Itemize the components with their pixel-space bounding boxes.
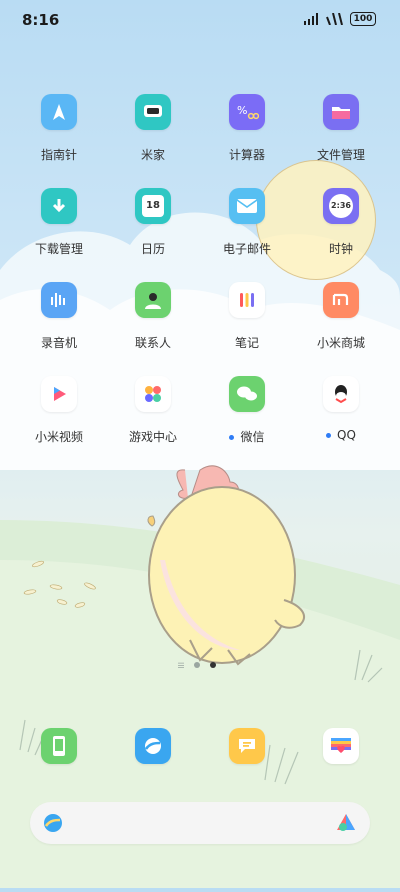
notification-dot [229, 435, 235, 440]
messages-icon[interactable] [229, 728, 265, 764]
app-label: 游戏中心 [128, 430, 177, 444]
qq-icon [323, 376, 359, 412]
mi-store-icon [323, 282, 359, 318]
app-label: 电子邮件 [222, 242, 271, 256]
app-clock[interactable]: 2:36 时钟 [295, 188, 387, 257]
menu-lines-icon [178, 662, 184, 668]
notification-dot [326, 433, 332, 438]
app-label-text: QQ [337, 428, 356, 442]
recorder-icon [41, 282, 77, 318]
status-bar: 8:16 100 [0, 0, 400, 40]
app-wechat[interactable]: 微信 [201, 376, 293, 445]
app-game-center[interactable]: 游戏中心 [107, 376, 199, 445]
app-file-manager[interactable]: 文件管理 [295, 94, 387, 163]
app-label: 文件管理 [316, 148, 365, 162]
app-label: 时钟 [328, 242, 353, 256]
wifi-icon [326, 13, 343, 25]
video-icon [41, 376, 77, 412]
app-contacts[interactable]: 联系人 [107, 282, 199, 351]
calculator-icon: % [229, 94, 265, 130]
battery-indicator: 100 [350, 12, 376, 26]
app-label-text: 微信 [240, 430, 265, 444]
phone-icon[interactable] [41, 728, 77, 764]
app-label: 录音机 [40, 336, 77, 350]
app-label: 计算器 [228, 148, 265, 162]
calendar-icon: 18 [135, 188, 171, 224]
browser-search-icon [44, 814, 62, 832]
wechat-icon [229, 376, 265, 412]
status-time: 8:16 [22, 11, 60, 29]
svg-text:%: % [237, 104, 247, 117]
app-label: 微信 [201, 428, 293, 445]
page-dot-2[interactable] [210, 662, 216, 668]
app-calculator[interactable]: % 计算器 [201, 94, 293, 163]
clock-icon: 2:36 [323, 188, 359, 224]
folder-icon [323, 94, 359, 130]
app-email[interactable]: 电子邮件 [201, 188, 293, 257]
app-label: 笔记 [234, 336, 259, 350]
app-recorder[interactable]: 录音机 [13, 282, 105, 351]
app-label: 下载管理 [34, 242, 83, 256]
download-icon [41, 188, 77, 224]
app-compass[interactable]: 指南针 [13, 94, 105, 163]
search-bar[interactable] [30, 802, 370, 844]
app-label: 米家 [140, 148, 165, 162]
notes-icon [229, 282, 265, 318]
app-label: 小米商城 [316, 336, 365, 350]
app-mi-store[interactable]: 小米商城 [295, 282, 387, 351]
gallery-icon[interactable] [323, 728, 359, 764]
status-icons: 100 [304, 12, 376, 26]
page-indicator [178, 662, 216, 668]
app-downloads[interactable]: 下载管理 [13, 188, 105, 257]
app-label: 指南针 [40, 148, 77, 162]
app-qq[interactable]: QQ [295, 376, 387, 442]
app-label: 小米视频 [34, 430, 83, 444]
page-dot-1[interactable] [194, 662, 200, 668]
clock-face: 2:36 [329, 194, 353, 218]
calendar-date: 18 [142, 195, 164, 217]
app-label: 联系人 [134, 336, 171, 350]
app-mi-video[interactable]: 小米视频 [13, 376, 105, 445]
app-notes[interactable]: 笔记 [201, 282, 293, 351]
app-label: QQ [295, 428, 387, 442]
app-mijia[interactable]: 米家 [107, 94, 199, 163]
game-center-icon [135, 376, 171, 412]
assistant-icon[interactable] [334, 812, 358, 834]
browser-icon[interactable] [135, 728, 171, 764]
contacts-icon [135, 282, 171, 318]
signal-icon [304, 13, 318, 25]
mail-icon [229, 188, 265, 224]
compass-icon [41, 94, 77, 130]
app-label: 日历 [140, 242, 165, 256]
mijia-icon [135, 94, 171, 130]
app-calendar[interactable]: 18 日历 [107, 188, 199, 257]
